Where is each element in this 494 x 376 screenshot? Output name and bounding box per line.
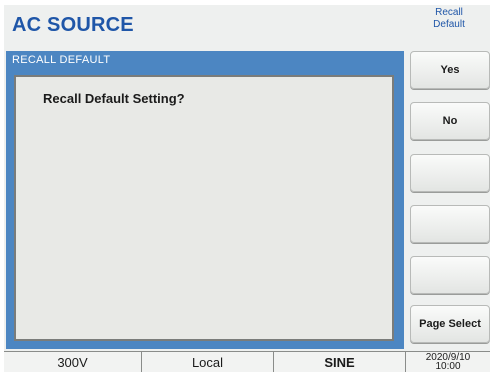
softkey-menu-title-line2: Default xyxy=(433,19,465,30)
yes-button[interactable]: Yes xyxy=(410,51,490,89)
title-bar: AC SOURCE xyxy=(4,5,404,49)
confirm-prompt: Recall Default Setting? xyxy=(43,91,185,106)
softkey-menu-title-line1: Recall xyxy=(435,7,463,18)
waveform-status: SINE xyxy=(274,352,406,372)
panel-title: RECALL DEFAULT xyxy=(12,54,111,66)
page-select-button[interactable]: Page Select xyxy=(410,305,490,343)
control-mode-status: Local xyxy=(142,352,274,372)
softkey-5-button[interactable] xyxy=(410,256,490,294)
softkey-3-button[interactable] xyxy=(410,154,490,192)
status-bar: 300V Local SINE 2020/9/10 10:00 xyxy=(4,351,490,372)
softkey-panel: Recall Default Yes No Page Select xyxy=(408,5,490,351)
dialog-body: Recall Default Setting? xyxy=(14,75,394,341)
datetime-display: 2020/9/10 10:00 xyxy=(406,352,490,372)
recall-default-panel: RECALL DEFAULT Recall Default Setting? xyxy=(6,51,404,349)
softkey-4-button[interactable] xyxy=(410,205,490,243)
voltage-range-status: 300V xyxy=(4,352,142,372)
time-display: 10:00 xyxy=(435,361,461,372)
instrument-screen: AC SOURCE RECALL DEFAULT Recall Default … xyxy=(4,5,490,372)
softkey-menu-title: Recall Default xyxy=(408,7,490,31)
no-button[interactable]: No xyxy=(410,102,490,140)
app-title: AC SOURCE xyxy=(12,14,134,36)
